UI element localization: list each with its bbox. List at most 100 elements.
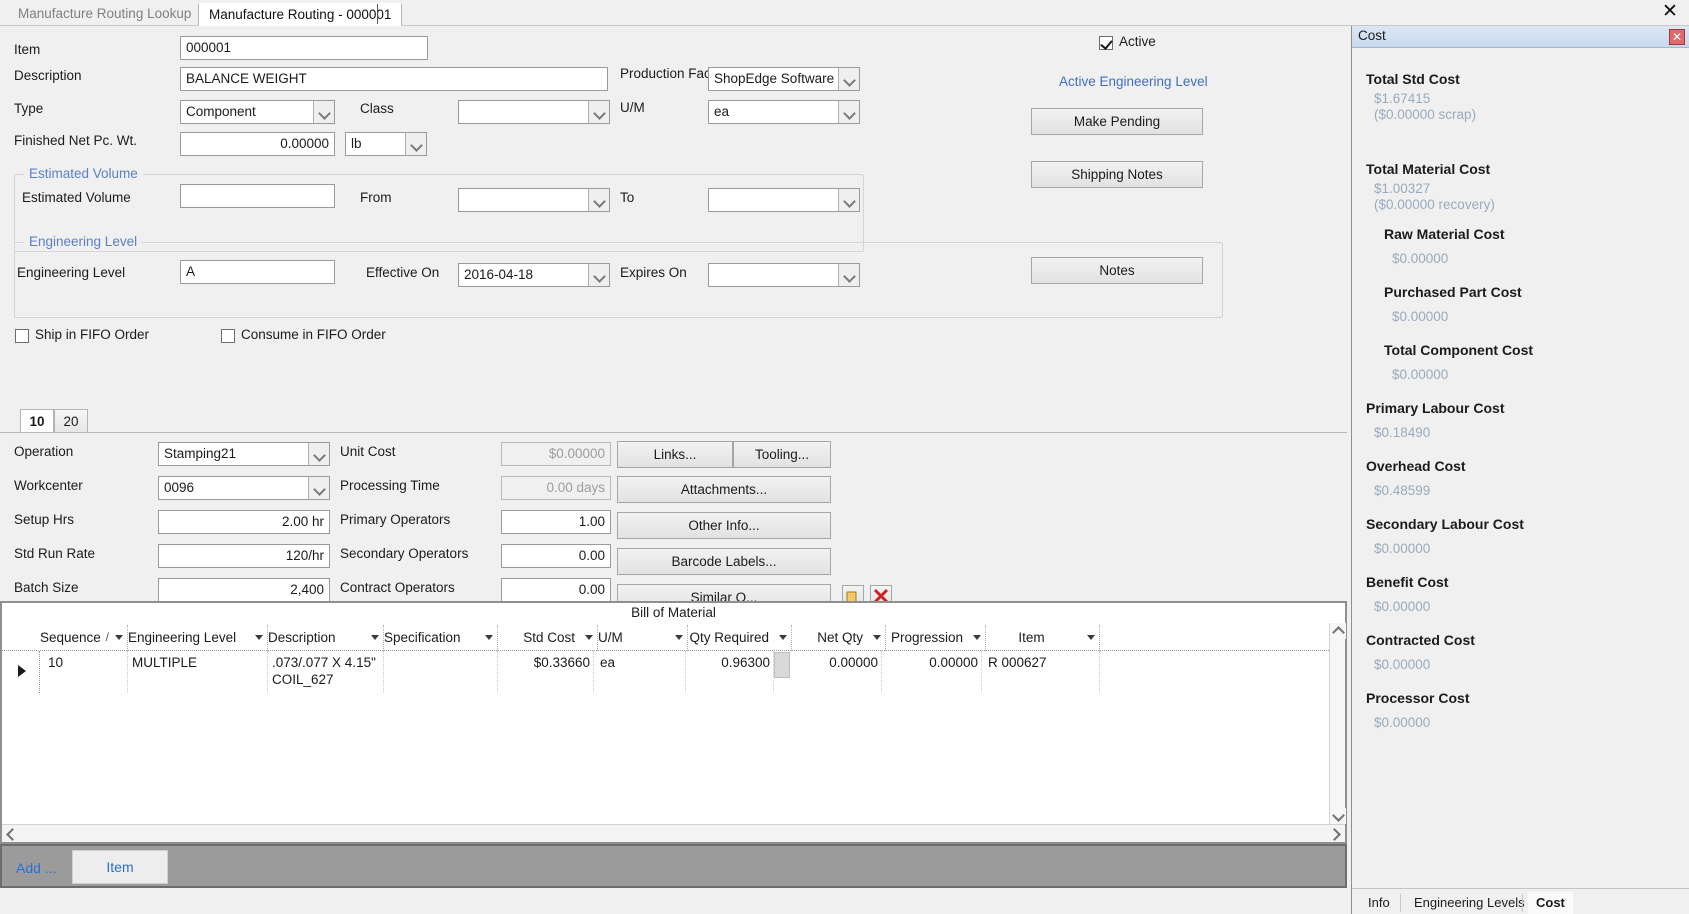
notes-button[interactable]: Notes	[1031, 257, 1203, 284]
um-combo[interactable]: ea	[708, 100, 860, 124]
cost-item-primary-labour-cost: Primary Labour Cost $0.18490	[1352, 400, 1689, 441]
cost-item-secondary-labour-cost: Secondary Labour Cost $0.00000	[1352, 516, 1689, 557]
batch-size-input[interactable]: 2,400	[158, 578, 330, 602]
workcenter-combo[interactable]: 0096	[158, 476, 330, 500]
chevron-down-icon[interactable]	[838, 101, 859, 123]
bom-col-net-qty[interactable]: Net Qty	[792, 625, 886, 651]
estimated-volume-input[interactable]	[180, 184, 335, 208]
shipping-notes-button[interactable]: Shipping Notes	[1031, 161, 1203, 188]
item-button[interactable]: Item	[72, 850, 168, 884]
chevron-down-icon[interactable]	[838, 68, 859, 90]
bom-col-qty-required-label: Qty Required	[689, 630, 769, 645]
operation-tab-10[interactable]: 10	[20, 409, 54, 433]
tab-manufacture-routing-000001[interactable]: Manufacture Routing - 000001	[198, 3, 403, 26]
operation-label: Operation	[14, 444, 74, 459]
scroll-up-icon[interactable]	[1330, 623, 1346, 639]
finished-net-pc-wt-uom-combo[interactable]: lb	[345, 132, 427, 156]
cost-item-name: Total Material Cost	[1366, 161, 1491, 177]
dock-tab-info[interactable]: Info	[1360, 892, 1398, 914]
chevron-down-icon[interactable]	[588, 264, 609, 286]
filter-dropdown-icon[interactable]	[485, 635, 493, 640]
dock-tab-engineering-levels[interactable]: Engineering Levels	[1406, 892, 1533, 914]
tab-manufacture-routing-lookup[interactable]: Manufacture Routing Lookup	[8, 3, 201, 26]
cost-item-value: $0.00000	[1374, 715, 1431, 730]
operation-combo[interactable]: Stamping21	[158, 442, 330, 466]
bom-horizontal-scrollbar[interactable]	[2, 824, 1345, 842]
cell-net-qty: 0.00000	[792, 651, 882, 693]
description-label: Description	[14, 68, 82, 83]
chevron-down-icon[interactable]	[838, 189, 859, 211]
scroll-left-icon[interactable]	[2, 825, 20, 842]
operation-value: Stamping21	[164, 446, 237, 461]
barcode-labels-button[interactable]: Barcode Labels...	[617, 548, 831, 575]
primary-operators-input[interactable]: 1.00	[501, 510, 611, 534]
cost-item-raw-material-cost: Raw Material Cost $0.00000	[1352, 226, 1689, 267]
bom-col-progression[interactable]: Progression	[886, 625, 986, 651]
close-icon[interactable]: ✕	[1669, 29, 1685, 45]
production-facility-combo[interactable]: ShopEdge Software	[708, 67, 860, 91]
bom-col-um[interactable]: U/M	[598, 625, 688, 651]
chevron-down-icon[interactable]	[588, 101, 609, 123]
operation-tab-20[interactable]: 20	[54, 409, 88, 433]
filter-dropdown-icon[interactable]	[585, 635, 593, 640]
bom-vertical-scrollbar[interactable]	[1329, 623, 1346, 824]
chevron-down-icon[interactable]	[313, 101, 334, 123]
item-input[interactable]: 000001	[180, 36, 428, 60]
chevron-down-icon[interactable]	[308, 477, 329, 499]
close-icon[interactable]: ✕	[1659, 2, 1681, 24]
add-link[interactable]: Add ...	[16, 860, 56, 876]
bom-col-sequence[interactable]: Sequence /	[40, 625, 128, 651]
checkbox-box	[221, 329, 235, 343]
filter-dropdown-icon[interactable]	[779, 635, 787, 640]
estimated-volume-from-combo[interactable]	[458, 188, 610, 212]
cost-dock-header: Cost ✕	[1352, 26, 1689, 48]
engineering-level-input[interactable]: A	[180, 260, 335, 284]
expires-on-label: Expires On	[620, 265, 687, 280]
dock-tab-cost[interactable]: Cost	[1528, 892, 1573, 914]
cell-item: R 000627	[988, 651, 1100, 693]
type-combo[interactable]: Component	[180, 100, 335, 124]
chevron-down-icon[interactable]	[308, 443, 329, 465]
chevron-down-icon[interactable]	[405, 133, 426, 155]
scroll-right-icon[interactable]	[1327, 825, 1345, 842]
attachments-button[interactable]: Attachments...	[617, 476, 831, 503]
active-engineering-level-link[interactable]: Active Engineering Level	[1059, 74, 1208, 89]
cost-item-name: Purchased Part Cost	[1384, 284, 1522, 300]
scroll-down-icon[interactable]	[1330, 808, 1346, 824]
bom-col-specification[interactable]: Specification	[384, 625, 498, 651]
bom-col-item[interactable]: Item	[986, 625, 1100, 651]
bom-col-description[interactable]: Description	[268, 625, 384, 651]
other-info-button[interactable]: Other Info...	[617, 512, 831, 539]
links-button[interactable]: Links...	[617, 441, 733, 468]
tooling-button[interactable]: Tooling...	[733, 441, 831, 468]
setup-hrs-input[interactable]: 2.00 hr	[158, 510, 330, 534]
qty-required-editor-button[interactable]	[774, 652, 790, 678]
filter-dropdown-icon[interactable]	[973, 635, 981, 640]
filter-dropdown-icon[interactable]	[873, 635, 881, 640]
filter-dropdown-icon[interactable]	[255, 635, 263, 640]
contract-operators-input[interactable]: 0.00	[501, 578, 611, 602]
cost-item-value: $0.18490	[1374, 425, 1431, 440]
bom-col-engineering-level[interactable]: Engineering Level	[128, 625, 268, 651]
bom-col-progression-label: Progression	[890, 630, 963, 645]
chevron-down-icon[interactable]	[588, 189, 609, 211]
class-combo[interactable]	[458, 100, 610, 124]
make-pending-button[interactable]: Make Pending	[1031, 108, 1203, 135]
estimated-volume-to-combo[interactable]	[708, 188, 860, 212]
std-run-rate-input[interactable]: 120/hr	[158, 544, 330, 568]
bom-col-qty-required[interactable]: Qty Required	[688, 625, 792, 651]
expires-on-combo[interactable]	[708, 263, 860, 287]
effective-on-combo[interactable]: 2016-04-18	[458, 263, 610, 287]
description-input[interactable]: BALANCE WEIGHT	[180, 67, 608, 91]
filter-dropdown-icon[interactable]	[371, 635, 379, 640]
chevron-down-icon[interactable]	[838, 264, 859, 286]
row-selector-icon[interactable]	[2, 651, 40, 693]
filter-dropdown-icon[interactable]	[1087, 635, 1095, 640]
bom-col-std-cost[interactable]: Std Cost	[498, 625, 598, 651]
application-window: Manufacture Routing Lookup Manufacture R…	[0, 0, 1689, 914]
finished-net-pc-wt-input[interactable]: 0.00000	[180, 132, 335, 156]
cost-item-value: $0.00000	[1374, 599, 1431, 614]
filter-dropdown-icon[interactable]	[115, 635, 123, 640]
secondary-operators-input[interactable]: 0.00	[501, 544, 611, 568]
filter-dropdown-icon[interactable]	[675, 635, 683, 640]
